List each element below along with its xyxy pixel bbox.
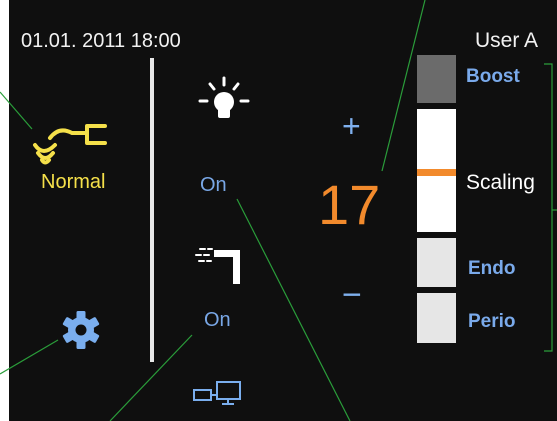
power-value: 17 xyxy=(318,173,381,236)
pc-connection-icon xyxy=(193,381,241,405)
datetime-display: 01.01. 2011 18:00 xyxy=(21,30,181,52)
handpiece-mode-label: Normal xyxy=(41,171,106,193)
user-indicator[interactable]: User A xyxy=(475,29,538,53)
mode-segment-endo[interactable] xyxy=(417,238,456,287)
water-spray-icon[interactable] xyxy=(194,236,248,288)
mode-segment-perio[interactable] xyxy=(417,293,456,343)
mode-label-endo[interactable]: Endo xyxy=(468,258,516,280)
mode-label-perio[interactable]: Perio xyxy=(468,311,516,333)
gear-icon[interactable] xyxy=(60,309,102,351)
device-screen xyxy=(9,0,557,421)
panel-divider xyxy=(150,58,154,362)
increase-power-button[interactable]: + xyxy=(342,108,361,145)
light-bulb-icon[interactable] xyxy=(196,75,252,125)
decrease-power-button[interactable]: − xyxy=(342,276,362,315)
mode-label-scaling[interactable]: Scaling xyxy=(466,171,535,195)
mode-segment-boost[interactable] xyxy=(417,55,456,103)
wireless-connector-icon[interactable] xyxy=(31,117,127,169)
power-level-marker xyxy=(417,169,456,176)
water-status[interactable]: On xyxy=(204,309,231,332)
light-status[interactable]: On xyxy=(200,174,227,197)
mode-label-boost[interactable]: Boost xyxy=(466,66,520,88)
